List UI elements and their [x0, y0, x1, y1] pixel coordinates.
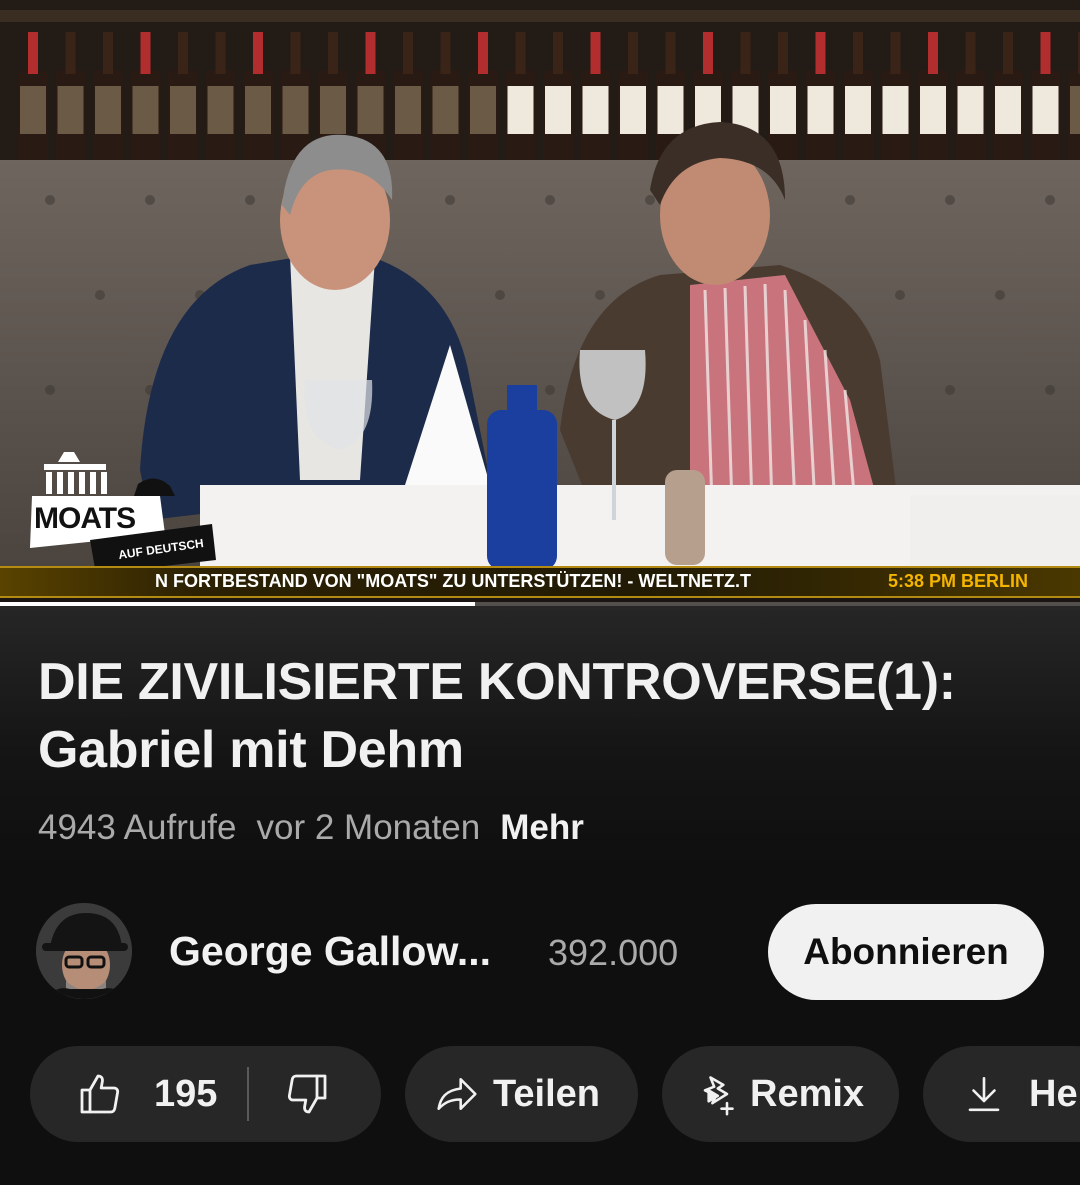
like-divider: [247, 1067, 250, 1121]
like-button[interactable]: 195: [76, 1070, 217, 1118]
remix-label: Remix: [750, 1072, 865, 1115]
thumbs-down-icon: [288, 1074, 327, 1114]
share-label: Teilen: [493, 1072, 600, 1115]
video-title-line2: Gabriel mit Dehm: [38, 721, 464, 779]
download-button[interactable]: Her: [923, 1046, 1080, 1142]
download-icon: [968, 1076, 1000, 1112]
download-label: Her: [1029, 1072, 1080, 1115]
video-player[interactable]: MOATS AUF DEUTSCH N FORTBESTAND VON "MOA…: [0, 0, 1080, 606]
logo-title: MOATS: [34, 502, 136, 535]
ticker-time: 5:38 PM BERLIN: [888, 571, 1029, 591]
thumbs-up-icon: [80, 1074, 120, 1114]
share-arrow-icon: [437, 1078, 477, 1110]
subscribe-button[interactable]: Abonnieren: [768, 904, 1044, 1000]
video-meta[interactable]: 4943 Aufrufe vor 2 Monaten Mehr: [38, 808, 584, 848]
ticker-text: N FORTBESTAND VON "MOATS" ZU UNTERSTÜTZE…: [155, 571, 752, 591]
news-ticker: N FORTBESTAND VON "MOATS" ZU UNTERSTÜTZE…: [0, 566, 1080, 598]
channel-name[interactable]: George Gallow...: [169, 928, 491, 975]
share-button[interactable]: Teilen: [405, 1046, 638, 1142]
remix-icon: [703, 1076, 734, 1116]
more-button[interactable]: Mehr: [500, 808, 584, 847]
channel-avatar[interactable]: [36, 903, 132, 999]
dislike-button[interactable]: [283, 1070, 331, 1118]
remix-button[interactable]: Remix: [662, 1046, 899, 1142]
video-title[interactable]: DIE ZIVILISIERTE KONTROVERSE(1): Gabriel…: [38, 648, 1048, 784]
view-count: 4943 Aufrufe: [38, 808, 237, 847]
like-count: 195: [154, 1072, 218, 1115]
video-title-line1: DIE ZIVILISIERTE KONTROVERSE(1):: [38, 653, 956, 711]
like-dislike-pill: 195: [30, 1046, 381, 1142]
upload-age: vor 2 Monaten: [256, 808, 481, 847]
subscriber-count: 392.000: [548, 932, 679, 973]
